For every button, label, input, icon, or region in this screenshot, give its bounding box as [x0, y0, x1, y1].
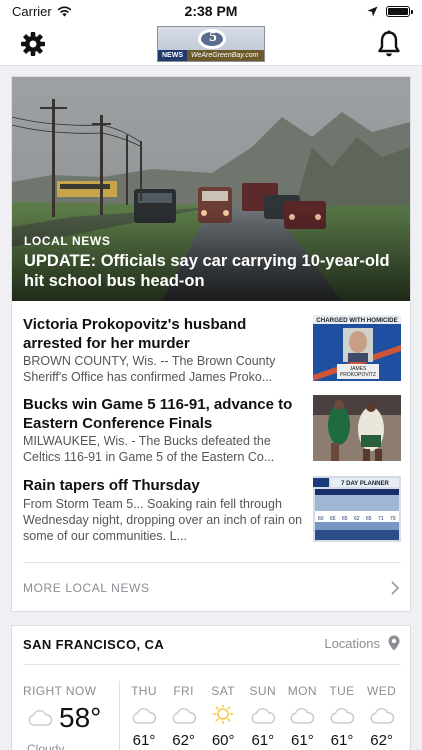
status-left: Carrier — [12, 4, 72, 19]
forecast-day-label: SAT — [211, 684, 236, 698]
logo-site-label: WeAreGreenBay.com — [191, 52, 259, 59]
thumb-banner-text: CHARGED WITH HOMICIDE — [316, 317, 397, 324]
svg-text:62: 62 — [354, 516, 360, 522]
cloud-icon — [290, 708, 315, 724]
more-local-news-label: MORE LOCAL NEWS — [23, 580, 150, 595]
basketball-image — [313, 395, 401, 461]
forecast-day-temp: 60° — [211, 732, 235, 749]
story-title[interactable]: Rain tapers off Thursday — [23, 476, 307, 495]
status-right — [367, 5, 413, 17]
location-arrow-icon — [367, 6, 378, 16]
svg-text:65: 65 — [342, 516, 348, 522]
svg-text:PROKOPOVITZ: PROKOPOVITZ — [340, 372, 376, 378]
svg-text:65: 65 — [366, 516, 372, 522]
weather-card: SAN FRANCISCO, CA Locations RIGHT NOW 58… — [11, 625, 411, 750]
story-thumbnail[interactable] — [313, 395, 401, 461]
forecast-day-temp: 61° — [251, 732, 275, 749]
forecast-day[interactable]: FRI 62° — [164, 684, 204, 749]
forecast-day-label: THU — [131, 684, 157, 698]
forecast-day[interactable]: SUN 61° — [243, 684, 283, 749]
logo-news-label: NEWS — [158, 50, 187, 61]
current-weather: RIGHT NOW 58° Cloudy — [23, 684, 123, 750]
forecast-day[interactable]: TUE 61° — [322, 684, 362, 749]
svg-text:71: 71 — [378, 516, 384, 522]
locations-label: Locations — [324, 635, 380, 651]
forecast-day-temp: 61° — [330, 732, 354, 749]
mugshot-image: CHARGED WITH HOMICIDE JAMES PROKOPOVITZ — [313, 315, 401, 381]
forecast-day[interactable]: SAT 60° — [203, 684, 243, 749]
carrier-label: Carrier — [12, 3, 52, 19]
status-bar: Carrier 2:38 PM — [0, 0, 422, 22]
current-temp: 58° — [59, 702, 102, 733]
gear-icon[interactable] — [20, 31, 46, 57]
forecast-day[interactable]: MON 61° — [282, 684, 322, 749]
current-weather-label: RIGHT NOW — [23, 684, 97, 698]
logo-channel: 5 — [209, 29, 217, 45]
hero-headline[interactable]: UPDATE: Officials say car carrying 10-ye… — [24, 251, 404, 291]
story-item[interactable]: Rain tapers off Thursday From Storm Team… — [23, 476, 401, 554]
forecast-day-temp: 62° — [370, 732, 393, 749]
story-summary: From Storm Team 5... Soaking rain fell t… — [23, 497, 303, 543]
chevron-right-icon — [391, 580, 400, 595]
wifi-icon — [57, 6, 72, 16]
svg-text:65: 65 — [330, 516, 336, 522]
story-thumbnail[interactable]: 7 DAY PLANNER 60 65 65 62 65 71 70 — [313, 476, 401, 542]
news-card: LOCAL NEWS UPDATE: Officials say car car… — [11, 76, 411, 612]
svg-text:60: 60 — [318, 516, 324, 522]
forecast-day-temp: 61° — [132, 732, 156, 749]
station-logo[interactable]: 5 NEWS WeAreGreenBay.com — [157, 26, 265, 62]
battery-icon — [386, 5, 413, 17]
story-summary: BROWN COUNTY, Wis. -- The Brown County S… — [23, 354, 276, 384]
bell-icon[interactable] — [376, 30, 402, 58]
story-thumbnail[interactable]: CHARGED WITH HOMICIDE JAMES PROKOPOVITZ — [313, 315, 401, 381]
forecast-day[interactable]: WED 62° — [362, 684, 402, 749]
cloud-icon — [28, 710, 53, 726]
story-item[interactable]: Victoria Prokopovitz's husband arrested … — [23, 315, 401, 385]
forecast-day-temp: 62° — [172, 732, 195, 749]
svg-text:70: 70 — [390, 516, 396, 522]
weather-location: SAN FRANCISCO, CA — [23, 637, 165, 652]
hero-category: LOCAL NEWS — [24, 234, 111, 248]
story-title[interactable]: Bucks win Game 5 116-91, advance to East… — [23, 395, 307, 433]
forecast-day-temp: 61° — [291, 732, 314, 749]
story-item[interactable]: Bucks win Game 5 116-91, advance to East… — [23, 395, 401, 465]
cloud-icon — [132, 708, 157, 724]
cloud-icon — [251, 708, 275, 724]
more-local-news-link[interactable]: MORE LOCAL NEWS — [23, 562, 401, 612]
forecast-day-label: FRI — [173, 684, 194, 698]
hero-story[interactable]: LOCAL NEWS UPDATE: Officials say car car… — [12, 77, 410, 301]
cloud-icon — [172, 708, 196, 724]
forecast-day-label: TUE — [329, 684, 355, 698]
thumb-banner-text: 7 DAY PLANNER — [341, 481, 389, 487]
sun-icon — [212, 705, 234, 724]
forecast-day-label: MON — [287, 684, 317, 698]
current-condition: Cloudy — [27, 742, 65, 750]
map-pin-icon — [388, 635, 400, 651]
story-title[interactable]: Victoria Prokopovitz's husband arrested … — [23, 315, 307, 353]
forecast-image: 7 DAY PLANNER 60 65 65 62 65 71 70 — [313, 476, 401, 542]
locations-button[interactable]: Locations — [324, 635, 400, 651]
forecast-day-label: WED — [366, 684, 397, 698]
nav-bar: 5 NEWS WeAreGreenBay.com — [0, 22, 422, 66]
forecast-day-label: SUN — [249, 684, 277, 698]
forecast-day[interactable]: THU 61° — [124, 684, 164, 749]
cloud-icon — [330, 708, 355, 724]
story-summary: MILWAUKEE, Wis. - The Bucks defeated the… — [23, 434, 275, 464]
cloud-icon — [370, 708, 394, 724]
